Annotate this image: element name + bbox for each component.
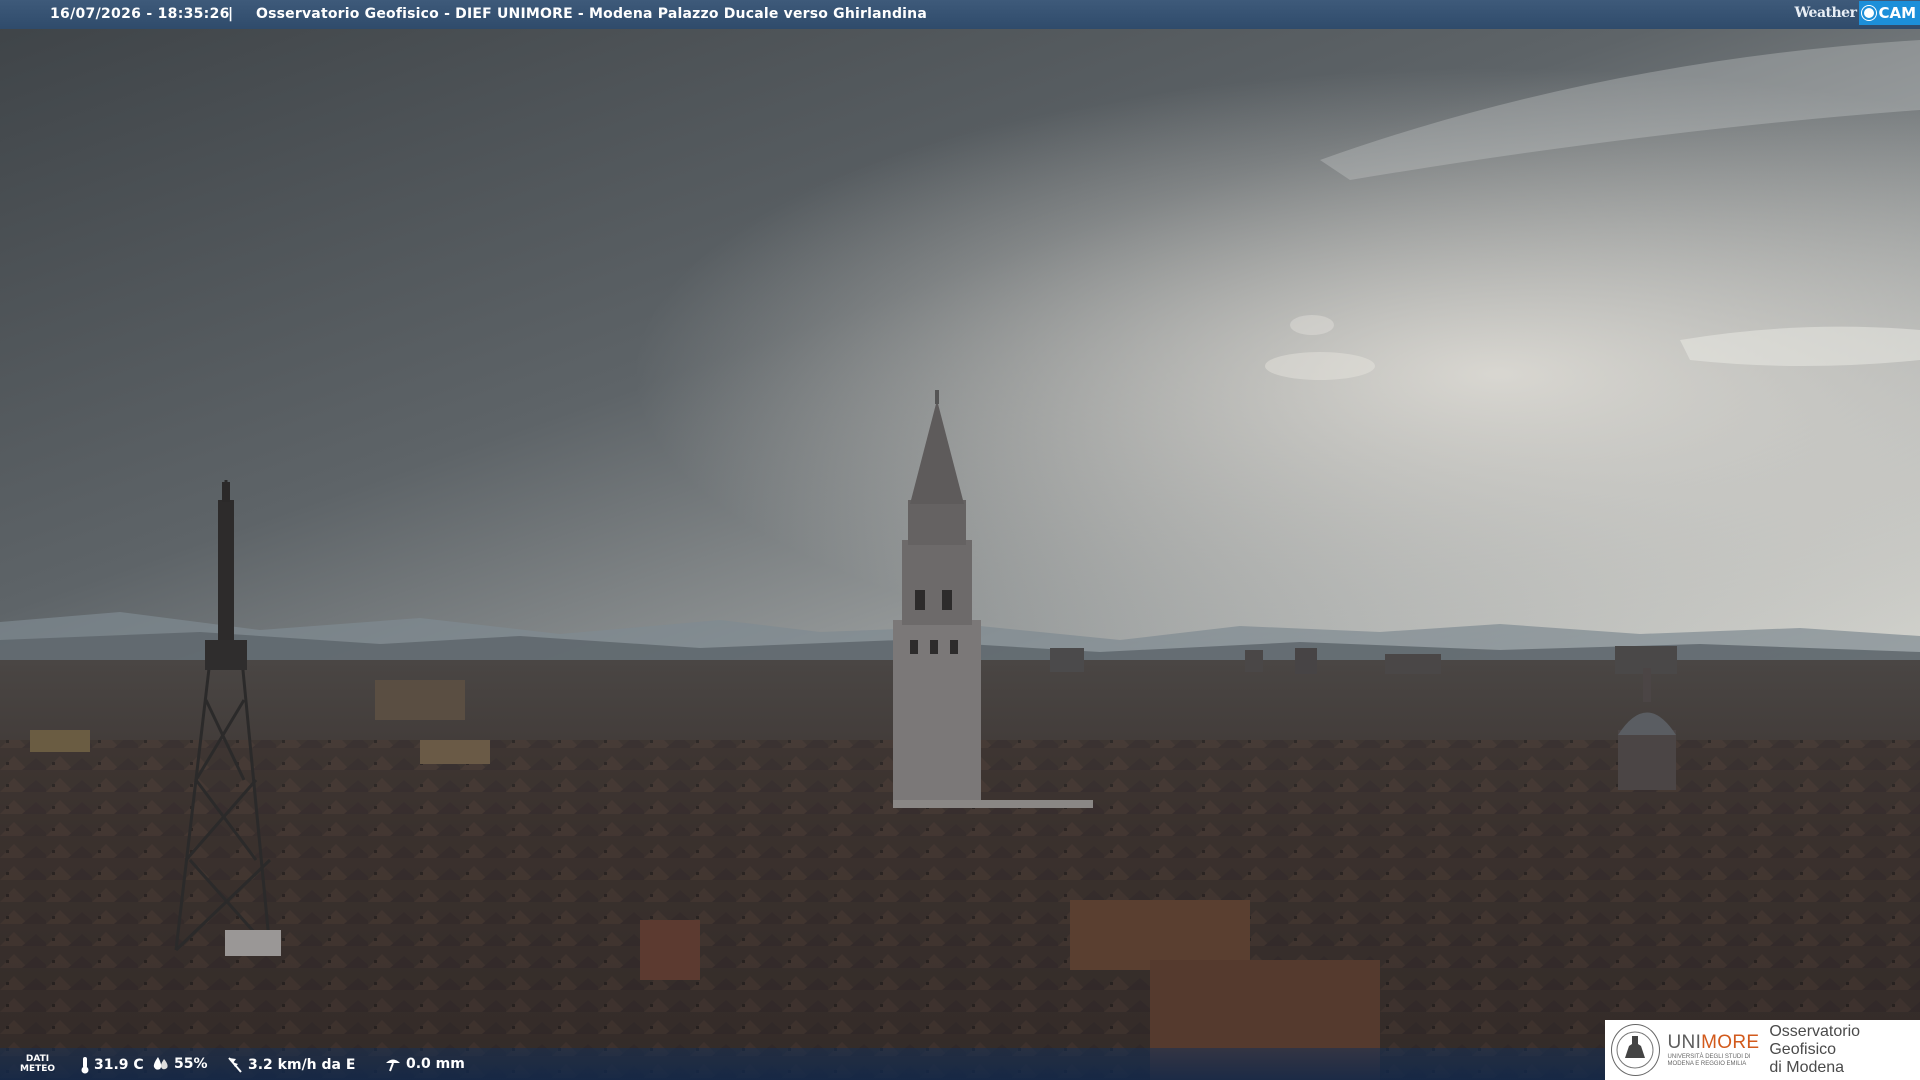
weathercam-logo: Weather CAM xyxy=(1794,0,1920,26)
top-info-bar: 16/07/2026 - 18:35:26 | Osservatorio Geo… xyxy=(0,0,1920,29)
timestamp: 16/07/2026 - 18:35:26 xyxy=(50,6,230,22)
university-seal-icon xyxy=(1611,1024,1660,1076)
rain-reading: 0.0 mm xyxy=(384,1056,465,1072)
unimore-logo: UNIMORE UNIVERSITÀ DEGLI STUDI DI MODENA… xyxy=(1605,1020,1920,1080)
separator: | xyxy=(228,6,234,22)
wind-reading: 3.2 km/h da E xyxy=(226,1056,355,1074)
temperature-reading: 31.9 C xyxy=(80,1056,144,1074)
wind-icon xyxy=(228,1057,242,1073)
lens-icon xyxy=(1862,6,1877,20)
camera-title: Osservatorio Geofisico - DIEF UNIMORE - … xyxy=(256,6,927,22)
meteo-bar: DATI METEO 31.9 C 55% 3.2 km/h da E 0.0 … xyxy=(0,1048,1605,1080)
meteo-label: DATI METEO xyxy=(20,1054,56,1074)
observatory-name: Osservatorio Geofisico di Modena xyxy=(1769,1023,1861,1076)
unimore-wordmark: UNIMORE UNIVERSITÀ DEGLI STUDI DI MODENA… xyxy=(1667,1032,1760,1067)
webcam-image xyxy=(0,0,1920,1080)
thermometer-icon xyxy=(81,1057,89,1074)
humidity-drop-icon xyxy=(153,1057,168,1070)
weather-text: Weather xyxy=(1794,5,1857,21)
humidity-reading: 55% xyxy=(152,1056,208,1072)
cam-badge: CAM xyxy=(1859,1,1920,25)
rain-gauge-icon xyxy=(386,1059,400,1072)
